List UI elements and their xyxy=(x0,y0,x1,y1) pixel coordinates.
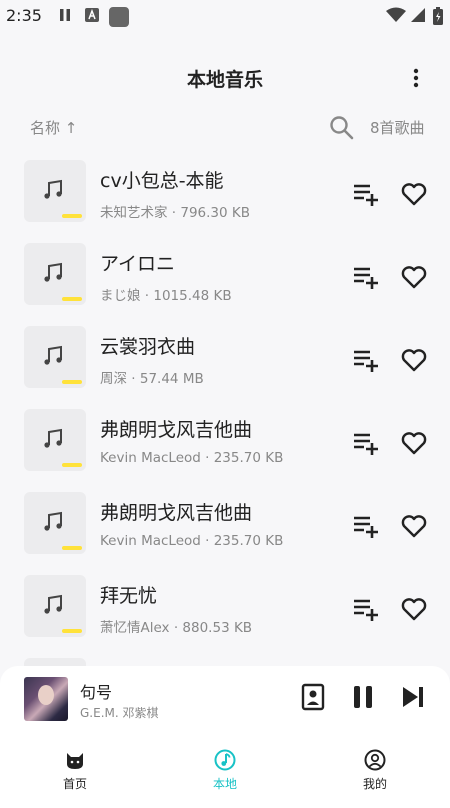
cover-accent-bar xyxy=(62,629,82,633)
cat-icon xyxy=(67,753,83,769)
song-title: 弗朗明戈风吉他曲 xyxy=(100,502,253,524)
music-note-icon xyxy=(214,749,236,771)
pause-notification-icon xyxy=(60,9,70,21)
song-cover xyxy=(24,160,86,222)
song-cover xyxy=(24,326,86,388)
song-cover xyxy=(24,409,86,471)
app-notification-icon xyxy=(109,7,129,27)
song-cover xyxy=(24,243,86,305)
add-to-playlist-icon[interactable] xyxy=(352,263,380,291)
heart-icon[interactable] xyxy=(400,512,428,540)
song-cover xyxy=(24,575,86,637)
bottom-nav: 首页 本地 我的 xyxy=(0,738,450,808)
sort-by-name-button[interactable]: 名称 ↑ xyxy=(30,117,77,138)
add-to-playlist-icon[interactable] xyxy=(352,346,380,374)
nav-label: 我的 xyxy=(362,777,387,791)
signal-icon xyxy=(411,8,425,22)
music-note-icon xyxy=(44,428,62,448)
song-title: 弗朗明戈风吉他曲 xyxy=(100,419,253,441)
search-icon[interactable] xyxy=(328,114,354,140)
album-art[interactable] xyxy=(24,677,68,721)
status-time: 2:35 xyxy=(6,6,42,25)
heart-icon[interactable] xyxy=(400,595,428,623)
song-list-item[interactable]: 弗朗明戈风吉他曲 Kevin MacLeod · 235.70 KB xyxy=(0,492,450,558)
cover-accent-bar xyxy=(62,214,82,218)
song-title: 云裳羽衣曲 xyxy=(100,336,196,358)
cover-accent-bar xyxy=(62,463,82,467)
music-note-icon xyxy=(44,594,62,614)
heart-icon[interactable] xyxy=(400,180,428,208)
app-bar: 本地音乐 xyxy=(0,52,450,100)
status-bar: 2:35 xyxy=(0,0,450,32)
song-subtitle: まじ娘 · 1015.48 KB xyxy=(100,288,232,304)
nav-item-mine[interactable]: 我的 xyxy=(300,738,450,808)
more-vert-icon[interactable] xyxy=(404,66,428,90)
nav-label: 本地 xyxy=(212,777,237,791)
music-note-icon xyxy=(44,511,62,531)
song-title: cv小包总-本能 xyxy=(100,170,224,192)
song-title: アイロニ xyxy=(100,253,176,275)
music-note-icon xyxy=(44,262,62,282)
add-to-playlist-icon[interactable] xyxy=(352,180,380,208)
user-circle-icon xyxy=(364,749,386,771)
song-list-item[interactable]: アイロニ まじ娘 · 1015.48 KB xyxy=(0,243,450,309)
page-title: 本地音乐 xyxy=(186,69,263,91)
song-cover xyxy=(24,492,86,554)
cover-accent-bar xyxy=(62,297,82,301)
add-to-playlist-icon[interactable] xyxy=(352,429,380,457)
song-title: 拜无忧 xyxy=(100,585,158,607)
song-subtitle: 周深 · 57.44 MB xyxy=(100,371,204,387)
nav-item-home[interactable]: 首页 xyxy=(0,738,150,808)
cover-accent-bar xyxy=(62,380,82,384)
pause-icon[interactable] xyxy=(348,682,378,712)
song-subtitle: Kevin MacLeod · 235.70 KB xyxy=(100,450,284,466)
heart-icon[interactable] xyxy=(400,346,428,374)
nav-item-local[interactable]: 本地 xyxy=(150,738,300,808)
song-count: 8首歌曲 xyxy=(370,119,425,137)
wifi-icon xyxy=(386,7,406,22)
album-art-figure xyxy=(38,685,54,705)
heart-icon[interactable] xyxy=(400,429,428,457)
add-to-playlist-icon[interactable] xyxy=(352,512,380,540)
song-list-item[interactable]: 拜无忧 萧忆情Alex · 880.53 KB xyxy=(0,575,450,641)
music-note-icon xyxy=(44,345,62,365)
playlist-queue-icon[interactable] xyxy=(298,682,328,712)
battery-charging-icon xyxy=(433,7,443,25)
music-note-icon xyxy=(44,179,62,199)
song-subtitle: 未知艺术家 · 796.30 KB xyxy=(100,205,251,221)
keyboard-notification-icon xyxy=(85,8,99,22)
song-list-item[interactable]: 云裳羽衣曲 周深 · 57.44 MB xyxy=(0,326,450,392)
song-list-item[interactable]: cv小包总-本能 未知艺术家 · 796.30 KB xyxy=(0,160,450,226)
song-subtitle: Kevin MacLeod · 235.70 KB xyxy=(100,533,284,549)
skip-next-icon[interactable] xyxy=(398,682,428,712)
cover-accent-bar xyxy=(62,546,82,550)
sort-bar: 名称 ↑ 8首歌曲 xyxy=(0,108,450,144)
player-artist: G.E.M. 邓紫棋 xyxy=(80,706,159,720)
nav-label: 首页 xyxy=(62,777,87,791)
song-list-item[interactable]: 弗朗明戈风吉他曲 Kevin MacLeod · 235.70 KB xyxy=(0,409,450,475)
heart-icon[interactable] xyxy=(400,263,428,291)
add-to-playlist-icon[interactable] xyxy=(352,595,380,623)
mini-player[interactable]: 句号 G.E.M. 邓紫棋 xyxy=(0,666,450,738)
player-song-title: 句号 xyxy=(80,683,113,702)
song-subtitle: 萧忆情Alex · 880.53 KB xyxy=(100,620,253,636)
